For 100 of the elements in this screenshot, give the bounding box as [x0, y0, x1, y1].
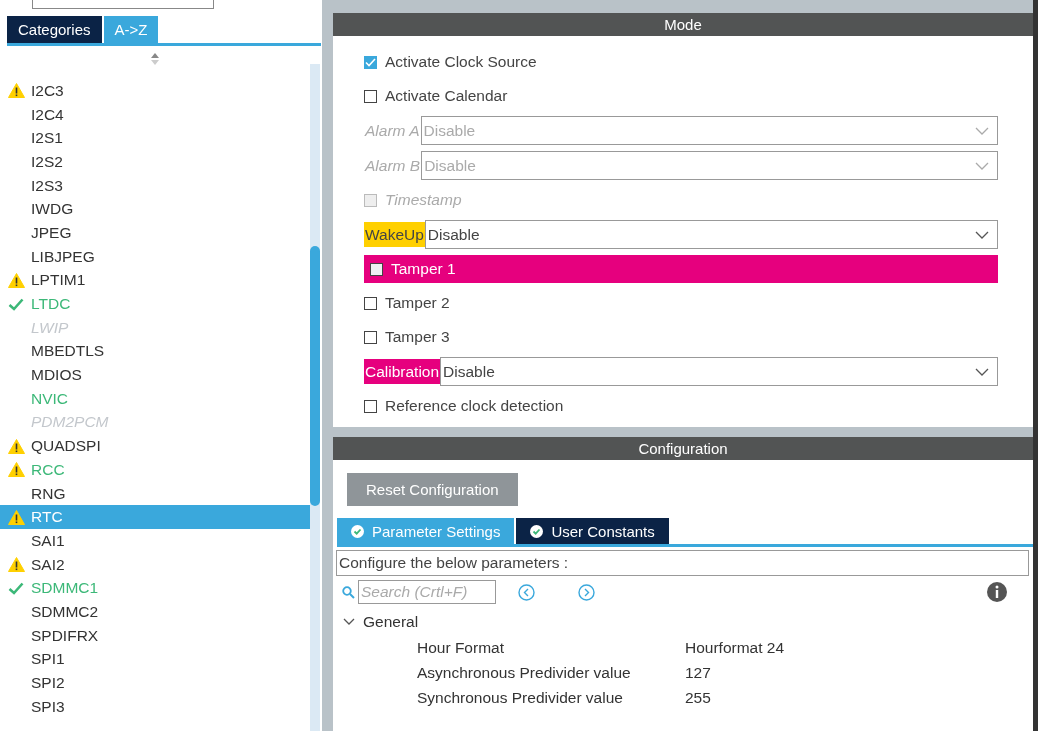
- peripheral-label: RCC: [31, 460, 65, 479]
- peripheral-label: RNG: [31, 484, 66, 503]
- peripheral-label: SPI3: [31, 697, 65, 716]
- dropdown[interactable]: Disable: [440, 357, 998, 386]
- peripheral-label: RTC: [31, 508, 63, 527]
- check-circle-icon: [351, 524, 364, 538]
- peripheral-item[interactable]: SPI3: [0, 694, 310, 719]
- peripheral-label: JPEG: [31, 223, 72, 242]
- field-label: Calibration: [364, 359, 441, 384]
- warning-icon: [8, 438, 25, 454]
- checkbox-label: Tamper 3: [385, 328, 450, 346]
- check-circle-icon: [530, 524, 544, 538]
- peripheral-item[interactable]: LPTIM1: [0, 268, 310, 293]
- next-icon[interactable]: [578, 583, 595, 601]
- peripheral-label: QUADSPI: [31, 437, 101, 456]
- checkbox[interactable]: [364, 296, 377, 310]
- peripheral-item[interactable]: I2C4: [0, 102, 310, 127]
- search-field[interactable]: Search (Crtl+F): [358, 580, 496, 604]
- peripheral-item[interactable]: JPEG: [0, 221, 310, 245]
- chevron-icon[interactable]: [343, 617, 355, 626]
- warning-icon: [8, 509, 25, 525]
- chevron-down-icon: [975, 161, 989, 170]
- peripheral-item[interactable]: RNG: [0, 481, 310, 506]
- warning-icon: [8, 557, 25, 573]
- peripheral-item[interactable]: MDIOS: [0, 363, 310, 387]
- peripheral-label: SPDIFRX: [31, 626, 99, 645]
- peripheral-label: SPI1: [31, 650, 65, 669]
- peripheral-item[interactable]: IWDG: [0, 197, 310, 222]
- checkbox[interactable]: [370, 262, 383, 276]
- checkbox-label: Activate Clock Source: [385, 53, 537, 71]
- check-icon: [8, 297, 24, 311]
- field-label: Alarm B: [364, 156, 422, 176]
- peripheral-label: I2S3: [31, 176, 63, 195]
- peripheral-label: NVIC: [31, 389, 69, 408]
- checkbox-label: Activate Calendar: [385, 87, 508, 105]
- peripheral-label: SDMMC2: [31, 602, 99, 621]
- checkbox[interactable]: [364, 330, 377, 344]
- sidebar-tab[interactable]: Categories: [7, 16, 102, 43]
- peripheral-label: I2S1: [31, 129, 63, 148]
- warning-icon: [8, 462, 25, 478]
- section-header: Mode: [333, 13, 1033, 36]
- group-label: General: [363, 612, 419, 631]
- peripheral-label: I2S2: [31, 152, 63, 171]
- config-tab[interactable]: User Constants: [516, 518, 669, 544]
- field-label: WakeUp: [364, 222, 425, 247]
- checkbox[interactable]: [364, 89, 377, 103]
- peripheral-item[interactable]: I2C3: [0, 79, 310, 103]
- parameter-name: Asynchronous Predivider value: [417, 663, 632, 682]
- search-field[interactable]: [32, 0, 214, 9]
- peripheral-item[interactable]: I2S3: [0, 173, 310, 198]
- peripheral-label: LWIP: [31, 318, 69, 337]
- peripheral-item[interactable]: I2S2: [0, 150, 310, 174]
- peripheral-item[interactable]: MBEDTLS: [0, 339, 310, 364]
- peripheral-item[interactable]: I2S1: [0, 126, 310, 151]
- peripheral-label: LIBJPEG: [31, 247, 95, 266]
- scrollbar-thumb[interactable]: [310, 246, 320, 506]
- warning-icon: [8, 272, 25, 288]
- checkbox-label: Tamper 1: [391, 260, 456, 278]
- section-header: Configuration: [333, 437, 1033, 460]
- parameter-value: 255: [685, 688, 712, 707]
- peripheral-item[interactable]: SPDIFRX: [0, 623, 310, 648]
- peripheral-label: LPTIM1: [31, 271, 86, 290]
- peripheral-label: LTDC: [31, 295, 71, 314]
- checkbox-label: Tamper 2: [385, 294, 450, 312]
- peripheral-item[interactable]: SAI1: [0, 529, 310, 553]
- peripheral-item[interactable]: QUADSPI: [0, 434, 310, 458]
- parameter-name: Hour Format: [417, 638, 505, 657]
- chevron-down-icon: [975, 126, 989, 135]
- peripheral-item[interactable]: LIBJPEG: [0, 244, 310, 269]
- peripheral-label: SAI1: [31, 531, 65, 550]
- checkbox[interactable]: [364, 55, 377, 69]
- checkbox-label: Reference clock detection: [385, 397, 564, 415]
- search-icon: [342, 585, 355, 599]
- check-icon: [8, 581, 24, 595]
- chevron-down-icon: [975, 230, 989, 239]
- peripheral-label: PDM2PCM: [31, 413, 109, 432]
- parameter-name: Synchronous Predivider value: [417, 688, 624, 707]
- checkbox-label: Timestamp: [385, 191, 462, 209]
- peripheral-label: MDIOS: [31, 366, 82, 385]
- peripheral-item[interactable]: SPI1: [0, 647, 310, 672]
- description-field: Configure the below parameters :: [336, 550, 1029, 576]
- peripheral-label: MBEDTLS: [31, 342, 105, 361]
- peripheral-label: SAI2: [31, 555, 65, 574]
- peripheral-item[interactable]: SDMMC2: [0, 600, 310, 624]
- chevron-down-icon: [975, 367, 989, 376]
- peripheral-item[interactable]: SPI2: [0, 671, 310, 695]
- parameter-value: Hourformat 24: [685, 638, 786, 657]
- peripheral-label: I2C4: [31, 105, 64, 124]
- parameter-value: 127: [685, 663, 712, 682]
- previous-icon[interactable]: [518, 583, 535, 601]
- info-icon[interactable]: [987, 582, 1007, 602]
- peripheral-label: SPI2: [31, 674, 65, 693]
- sort-icon[interactable]: [150, 52, 160, 66]
- peripheral-item[interactable]: SAI2: [0, 552, 310, 577]
- checkbox[interactable]: [364, 399, 377, 413]
- field-label: Alarm A: [364, 121, 421, 141]
- peripheral-label: I2C3: [31, 81, 64, 100]
- dropdown[interactable]: Disable: [424, 220, 998, 249]
- peripheral-label: IWDG: [31, 200, 74, 219]
- warning-icon: [8, 83, 25, 99]
